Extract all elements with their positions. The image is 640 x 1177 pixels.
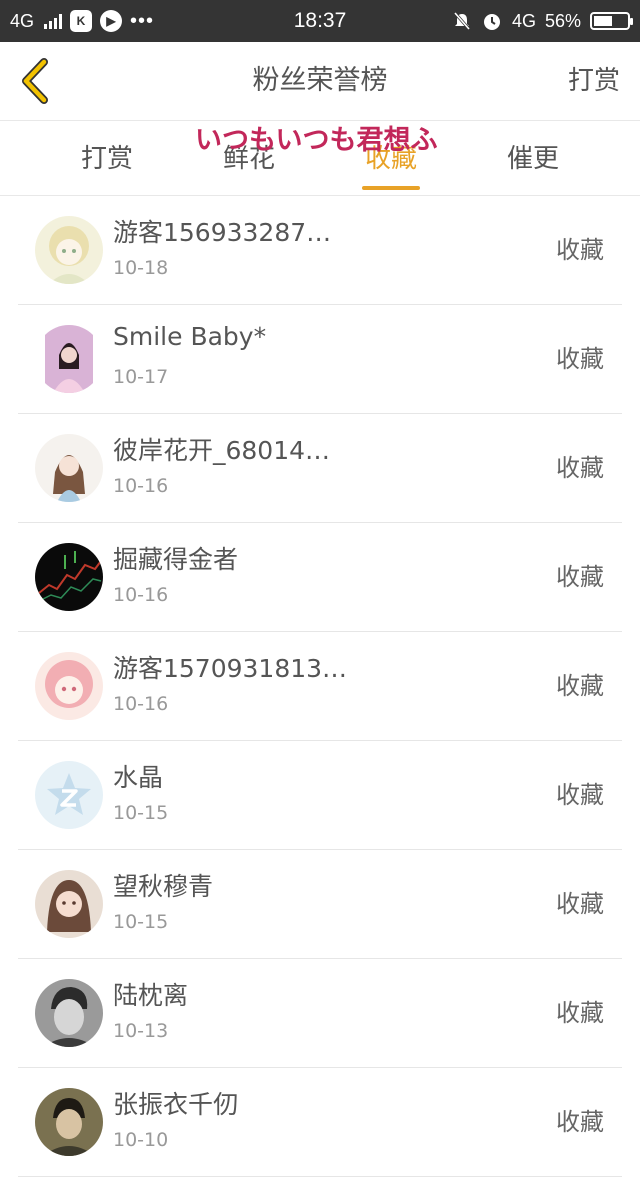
- avatar: [35, 434, 103, 502]
- list-item[interactable]: 游客1570931813… 10-16 收藏: [18, 632, 622, 741]
- avatar: [35, 1088, 103, 1156]
- status-bar: 4G K ▶ ••• 18:37 4G 56%: [0, 0, 640, 42]
- list-item[interactable]: Smile Baby* 10-17 收藏: [18, 305, 622, 414]
- date: 10-16: [113, 693, 169, 715]
- action-label: 收藏: [556, 999, 604, 1027]
- tab-label: 打赏: [80, 144, 133, 174]
- user-name: 彼岸花开_68014…: [113, 436, 331, 465]
- action-label: 收藏: [556, 1108, 604, 1136]
- action-label: 收藏: [556, 345, 604, 373]
- list-item[interactable]: 游客156933287… 10-18 收藏: [18, 196, 622, 305]
- active-tab-indicator: [362, 186, 420, 190]
- user-name: Smile Baby*: [113, 322, 267, 351]
- date: 10-10: [113, 1129, 169, 1151]
- battery-fill: [594, 16, 612, 26]
- action-label: 收藏: [556, 454, 604, 482]
- user-name: 掘藏得金者: [113, 545, 239, 574]
- list-item[interactable]: 张振衣千仞 10-10 收藏: [18, 1068, 622, 1177]
- network-type-right: 4G: [511, 10, 536, 31]
- avatar: [35, 216, 103, 284]
- battery-percent: 56%: [544, 10, 581, 31]
- action-label: 收藏: [556, 890, 604, 918]
- list-item[interactable]: 掘藏得金者 10-16 收藏: [18, 523, 622, 632]
- avatar: [35, 652, 103, 720]
- user-name: 张振衣千仞: [113, 1090, 239, 1119]
- date: 10-18: [113, 257, 169, 279]
- avatar: [35, 870, 103, 938]
- tab-tip[interactable]: 打赏: [37, 121, 177, 195]
- nav-header: 粉丝荣誉榜 打赏: [0, 42, 640, 121]
- date: 10-13: [113, 1020, 169, 1042]
- page-title: 粉丝荣誉榜: [252, 65, 388, 96]
- battery-icon: [590, 12, 633, 30]
- date: 10-16: [113, 475, 169, 497]
- fan-list: 游客156933287… 10-18 收藏 Smile Baby* 10-17 …: [0, 196, 640, 1177]
- user-name: 水晶: [113, 763, 164, 792]
- watermark-text: いつもいつも君想ふ: [195, 125, 438, 156]
- action-label: 收藏: [556, 563, 604, 591]
- avatar: [35, 325, 103, 393]
- list-item[interactable]: 望秋穆青 10-15 收藏: [18, 850, 622, 959]
- action-label: 收藏: [556, 236, 604, 264]
- mute-icon: [453, 12, 471, 30]
- header-tip-button[interactable]: 打赏: [568, 42, 620, 120]
- list-item[interactable]: 彼岸花开_68014… 10-16 收藏: [18, 414, 622, 523]
- user-name: 游客156933287…: [113, 218, 332, 247]
- avatar: [35, 979, 103, 1047]
- date: 10-17: [113, 366, 169, 388]
- alarm-icon: [483, 14, 500, 30]
- list-item[interactable]: 陆枕离 10-13 收藏: [18, 959, 622, 1068]
- date: 10-15: [113, 911, 169, 933]
- avatar: [35, 761, 103, 829]
- action-label: 收藏: [556, 672, 604, 700]
- avatar: [35, 543, 103, 611]
- date: 10-15: [113, 802, 169, 824]
- date: 10-16: [113, 584, 169, 606]
- user-name: 陆枕离: [113, 981, 189, 1010]
- user-name: 游客1570931813…: [113, 654, 348, 683]
- action-label: 收藏: [556, 781, 604, 809]
- list-item[interactable]: 水晶 10-15 收藏: [18, 741, 622, 850]
- tab-urge-update[interactable]: 催更: [463, 121, 603, 195]
- user-name: 望秋穆青: [113, 872, 214, 901]
- tab-label: 催更: [506, 144, 559, 174]
